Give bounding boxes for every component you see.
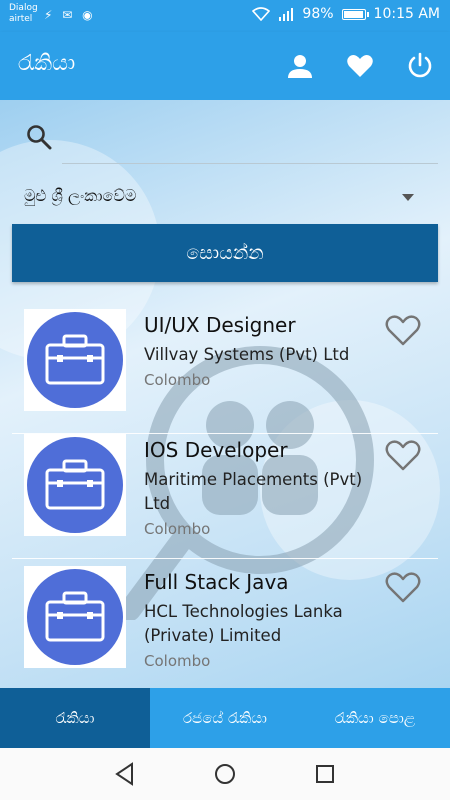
app-bar: රැකියා bbox=[0, 32, 450, 100]
thumb-circle bbox=[27, 312, 123, 408]
clock: 10:15 AM bbox=[373, 6, 440, 22]
tab-jobs[interactable]: රැකියා bbox=[0, 688, 150, 748]
briefcase-icon bbox=[45, 459, 105, 510]
recents-icon[interactable] bbox=[312, 761, 338, 787]
thumb-circle bbox=[27, 437, 123, 533]
carrier-label: Dialog airtel bbox=[9, 3, 38, 25]
search-icon bbox=[27, 125, 52, 150]
job-location: Colombo bbox=[144, 652, 211, 670]
signal-icon bbox=[279, 8, 294, 21]
thumb-circle bbox=[27, 569, 123, 665]
bottom-tab-bar: රැකියා රජයේ රැකියා රැකියා පොළ bbox=[0, 688, 450, 748]
tab-job-fair[interactable]: රැකියා පොළ bbox=[300, 688, 450, 748]
job-company: Villvay Systems (Pvt) Ltd bbox=[144, 345, 350, 364]
dropdown-arrow-icon bbox=[402, 194, 414, 201]
carrier-line-1: Dialog bbox=[9, 3, 38, 13]
briefcase-icon bbox=[45, 334, 105, 385]
favorite-heart-icon[interactable] bbox=[384, 436, 422, 474]
location-dropdown[interactable]: මුළු ශ්‍රී ලංකාවේම bbox=[12, 178, 438, 218]
battery-percent: 98% bbox=[302, 6, 334, 22]
back-icon[interactable] bbox=[112, 761, 138, 787]
status-bar: Dialog airtel ⚡ ✉ ◉ 98% 10:15 AM bbox=[0, 0, 450, 32]
job-title: IOS Developer bbox=[144, 438, 288, 462]
system-nav-bar bbox=[0, 748, 450, 800]
app-title: රැකියා bbox=[18, 51, 76, 76]
favorite-heart-icon[interactable] bbox=[384, 311, 422, 349]
heart-icon[interactable] bbox=[346, 52, 374, 80]
battery-icon bbox=[341, 8, 369, 20]
search-input[interactable] bbox=[62, 118, 438, 164]
wifi-icon bbox=[252, 7, 271, 21]
job-card[interactable]: UI/UX Designer Villvay Systems (Pvt) Ltd… bbox=[12, 309, 438, 434]
tab-government-jobs[interactable]: රජයේ රැකියා bbox=[150, 688, 300, 748]
job-card[interactable]: IOS Developer Maritime Placements (Pvt) … bbox=[12, 434, 438, 559]
search-button[interactable]: සොයන්න bbox=[12, 224, 438, 282]
carrier-line-2: airtel bbox=[9, 14, 33, 24]
job-location: Colombo bbox=[144, 371, 211, 389]
job-company: Maritime Placements (Pvt) Ltd bbox=[144, 470, 363, 513]
job-company: HCL Technologies Lanka (Private) Limited bbox=[144, 602, 343, 645]
power-icon[interactable] bbox=[406, 52, 434, 80]
notification-icons: ⚡ ✉ ◉ bbox=[44, 8, 96, 22]
job-card[interactable]: Full Stack Java HCL Technologies Lanka (… bbox=[12, 566, 438, 691]
job-title: UI/UX Designer bbox=[144, 313, 296, 337]
status-right: 98% 10:15 AM bbox=[252, 6, 440, 22]
briefcase-icon bbox=[45, 591, 105, 642]
job-thumbnail bbox=[24, 434, 126, 536]
battery-fill bbox=[343, 10, 363, 18]
job-thumbnail bbox=[24, 566, 126, 668]
job-location: Colombo bbox=[144, 520, 211, 538]
favorite-heart-icon[interactable] bbox=[384, 568, 422, 606]
home-icon[interactable] bbox=[212, 761, 238, 787]
job-thumbnail bbox=[24, 309, 126, 411]
location-selected: මුළු ශ්‍රී ලංකාවේම bbox=[24, 186, 137, 205]
person-icon[interactable] bbox=[286, 52, 314, 80]
job-title: Full Stack Java bbox=[144, 570, 289, 594]
